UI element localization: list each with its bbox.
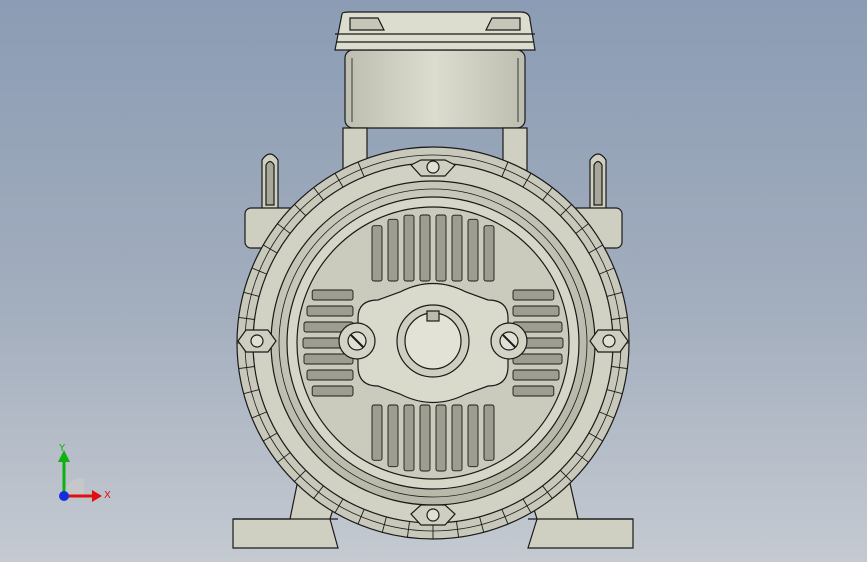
vent-slot [311,385,354,397]
vent-slot [387,404,399,468]
vent-slot [306,369,354,381]
vent-slot [435,404,447,472]
vent-slot [435,214,447,282]
vent-slot [306,305,354,317]
vent-slot [483,404,495,461]
vent-slot [311,289,354,301]
triad-z-axis-icon [59,491,69,501]
vent-slot [512,289,555,301]
motor-model[interactable] [0,0,867,562]
triad-y-label: Y [58,443,66,454]
triad-x-label: X [104,490,111,501]
vent-slot [419,214,431,282]
vent-slot [387,218,399,282]
vent-slot [512,385,555,397]
vent-slot [371,225,383,282]
vent-slot [403,404,415,472]
vent-slot [419,404,431,472]
coordinate-triad: Y X [58,443,111,502]
vent-slot [467,404,479,468]
vent-slot [483,225,495,282]
vent-slot [451,214,463,282]
vent-slot [403,214,415,282]
vent-slot [512,369,560,381]
triad-x-arrow-icon [92,490,102,502]
vent-slot [512,305,560,317]
vent-slot [467,218,479,282]
graphics-viewport[interactable]: Y X [0,0,867,562]
vent-slot [371,404,383,461]
vent-slot [451,404,463,472]
